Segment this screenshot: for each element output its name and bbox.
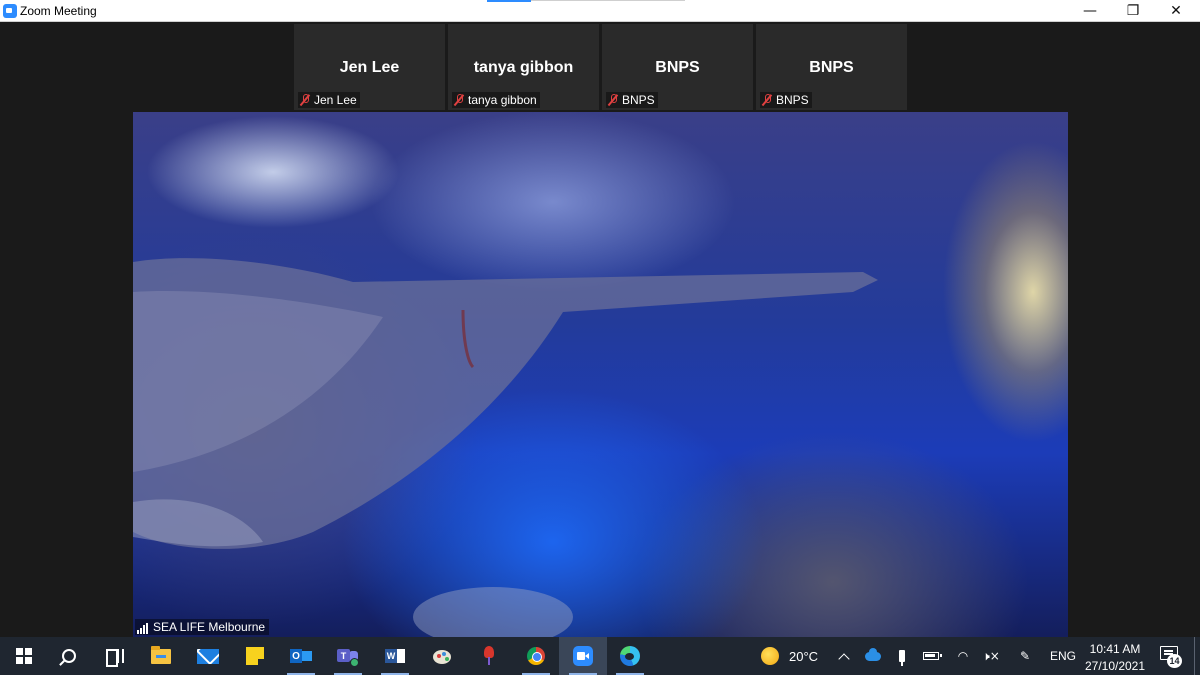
task-view-icon bbox=[106, 649, 124, 667]
chrome-icon bbox=[527, 647, 545, 665]
volume-muted-icon: 🕨× bbox=[982, 648, 1000, 663]
participant-tile[interactable]: tanya gibbon tanya gibbon bbox=[448, 24, 599, 110]
volume-tray-button[interactable]: 🕨× bbox=[980, 637, 1002, 675]
pinned-app-button[interactable] bbox=[465, 637, 513, 675]
zoom-icon bbox=[573, 646, 593, 666]
participant-display-name: Jen Lee bbox=[339, 59, 400, 76]
participant-name-label: BNPS bbox=[622, 93, 655, 107]
weather-temperature[interactable]: 20°C bbox=[789, 649, 818, 664]
participant-display-name: BNPS bbox=[655, 59, 700, 76]
participant-name-tag: tanya gibbon bbox=[452, 92, 540, 108]
word-icon: W bbox=[385, 647, 405, 665]
teams-icon-letter: T bbox=[337, 649, 350, 662]
sticky-notes-icon bbox=[246, 647, 264, 665]
participant-tile[interactable]: Jen Lee Jen Lee bbox=[294, 24, 445, 110]
participant-name-tag: BNPS bbox=[606, 92, 658, 108]
wifi-icon: ◠ bbox=[957, 649, 969, 663]
start-button[interactable] bbox=[0, 637, 48, 675]
battery-icon bbox=[923, 652, 942, 660]
mail-button[interactable] bbox=[184, 637, 232, 675]
file-explorer-button[interactable] bbox=[137, 637, 185, 675]
view-tab-indicator[interactable] bbox=[487, 0, 531, 2]
pen-tray-button[interactable]: ✎ bbox=[1014, 637, 1036, 675]
participant-display-name: tanya gibbon bbox=[473, 59, 574, 76]
view-tab-track bbox=[531, 0, 685, 1]
clock-button[interactable]: 10:41 AM 27/10/2021 bbox=[1080, 641, 1150, 675]
participant-name-tag: Jen Lee bbox=[298, 92, 360, 108]
video-name-tag: SEA LIFE Melbourne bbox=[135, 619, 270, 635]
input-language-button[interactable]: ENG bbox=[1050, 649, 1076, 663]
minimize-button[interactable]: — bbox=[1067, 0, 1113, 22]
notification-center-button[interactable]: 14 bbox=[1160, 646, 1182, 668]
clock-date: 27/10/2021 bbox=[1084, 659, 1146, 673]
mic-muted-icon bbox=[762, 94, 772, 106]
show-desktop-button[interactable] bbox=[1194, 637, 1200, 675]
folder-icon bbox=[151, 645, 171, 664]
windows-taskbar: O T W 20°C ◠ 🕨× ✎ ENG 10:41 AM 27/10/202… bbox=[0, 637, 1200, 675]
mic-muted-icon bbox=[454, 94, 464, 106]
sawfish-video-frame bbox=[133, 258, 878, 637]
participant-name-label: Jen Lee bbox=[314, 93, 357, 107]
close-button[interactable]: ✕ bbox=[1153, 0, 1199, 22]
mic-muted-icon bbox=[300, 94, 310, 106]
word-icon-letter: W bbox=[385, 649, 397, 663]
restore-button[interactable]: ❐ bbox=[1110, 0, 1156, 22]
teams-button[interactable]: T bbox=[324, 637, 372, 675]
edge-icon bbox=[620, 646, 640, 666]
clock-time: 10:41 AM bbox=[1089, 642, 1141, 656]
pen-icon: ✎ bbox=[1019, 649, 1031, 663]
task-view-button[interactable] bbox=[90, 637, 138, 675]
window-title: Zoom Meeting bbox=[20, 4, 97, 18]
meeting-stage: Jen Lee Jen Lee tanya gibbon tanya gibbo… bbox=[0, 22, 1200, 637]
usb-icon bbox=[899, 650, 905, 666]
usb-tray-button[interactable] bbox=[891, 637, 913, 675]
chevron-up-icon bbox=[838, 652, 850, 665]
signal-strength-icon bbox=[137, 623, 148, 634]
outlook-icon-letter: O bbox=[290, 649, 302, 663]
cloud-icon bbox=[865, 647, 881, 661]
sticky-notes-button[interactable] bbox=[231, 637, 279, 675]
show-hidden-icons-button[interactable] bbox=[833, 637, 855, 675]
video-participant-name: SEA LIFE Melbourne bbox=[153, 620, 266, 634]
paint-icon bbox=[432, 647, 452, 665]
participant-display-name: BNPS bbox=[809, 59, 854, 76]
search-icon bbox=[62, 649, 76, 663]
search-button[interactable] bbox=[45, 637, 93, 675]
outlook-icon: O bbox=[290, 647, 312, 665]
sun-icon[interactable] bbox=[761, 647, 779, 665]
participant-name-label: tanya gibbon bbox=[468, 93, 537, 107]
participant-gallery: Jen Lee Jen Lee tanya gibbon tanya gibbo… bbox=[294, 24, 907, 110]
edge-button[interactable] bbox=[606, 637, 654, 675]
wifi-tray-button[interactable]: ◠ bbox=[952, 637, 974, 675]
pin-icon bbox=[481, 646, 497, 666]
teams-icon: T bbox=[337, 647, 359, 667]
battery-tray-button[interactable] bbox=[920, 637, 942, 675]
word-button[interactable]: W bbox=[371, 637, 419, 675]
participant-name-label: BNPS bbox=[776, 93, 809, 107]
paint-button[interactable] bbox=[418, 637, 466, 675]
participant-tile[interactable]: BNPS BNPS bbox=[756, 24, 907, 110]
mic-muted-icon bbox=[608, 94, 618, 106]
participant-name-tag: BNPS bbox=[760, 92, 812, 108]
active-speaker-video[interactable]: SEA LIFE Melbourne bbox=[133, 112, 1068, 637]
mail-icon bbox=[197, 648, 219, 664]
zoom-app-icon bbox=[3, 4, 17, 18]
outlook-button[interactable]: O bbox=[277, 637, 325, 675]
zoom-button[interactable] bbox=[559, 637, 607, 675]
window-titlebar: Zoom Meeting — ❐ ✕ bbox=[0, 0, 1200, 22]
participant-tile[interactable]: BNPS BNPS bbox=[602, 24, 753, 110]
chrome-button[interactable] bbox=[512, 637, 560, 675]
notification-count: 14 bbox=[1167, 654, 1182, 668]
windows-logo-icon bbox=[16, 648, 32, 664]
onedrive-tray-button[interactable] bbox=[862, 637, 884, 675]
